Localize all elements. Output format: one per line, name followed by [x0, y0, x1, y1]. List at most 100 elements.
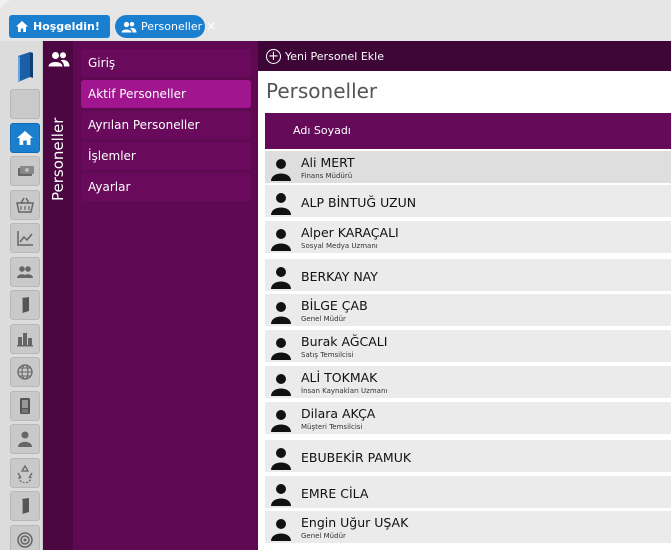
globe-icon [17, 364, 33, 380]
rail-button-recycle[interactable] [10, 457, 40, 488]
submenu-item[interactable]: İşlemler [81, 142, 251, 170]
personel-name: BERKAY NAY [301, 269, 378, 284]
table-row[interactable]: ALP BİNTUĞ UZUN [265, 185, 671, 218]
app-icon-rail [0, 41, 43, 550]
personel-role: Satış Temsilcisi [301, 351, 354, 359]
submenu-item[interactable]: Ayrılan Personeller [81, 111, 251, 139]
rail-button-people[interactable] [10, 256, 40, 287]
avatar [269, 227, 293, 255]
person-icon [18, 431, 32, 447]
toolbar: + Yeni Personel Ekle [258, 41, 671, 71]
table-header: Adı Soyadı [265, 113, 671, 149]
table-row[interactable]: EMRE CİLA [265, 476, 671, 509]
people-icon [17, 265, 33, 278]
rail-button-chart[interactable] [10, 223, 40, 253]
rail-button-target[interactable] [10, 524, 40, 550]
rail-button-person[interactable] [10, 424, 40, 454]
rail-button-notebook[interactable] [10, 491, 40, 521]
avatar-icon [271, 159, 291, 181]
tab-home-label: Hoşgeldin! [33, 20, 100, 33]
basket-icon [16, 197, 34, 213]
close-icon[interactable]: × [206, 15, 216, 38]
avatar-icon [271, 374, 291, 396]
section-title: Personeller [49, 117, 67, 201]
personel-name: ALİ TOKMAK [301, 370, 378, 385]
money-icon [18, 166, 34, 176]
table-row[interactable]: Dilara AKÇA Müşteri Temsilcisi [265, 402, 671, 435]
home-icon [17, 130, 33, 145]
avatar-icon [271, 229, 291, 251]
personel-name: Ali MERT [301, 155, 355, 170]
rail-button-money[interactable] [10, 156, 40, 186]
avatar [269, 157, 293, 185]
avatar [269, 265, 293, 293]
recycle-icon [17, 464, 33, 483]
page-title: Personeller [266, 79, 378, 103]
people-icon [48, 52, 70, 67]
home-icon [16, 21, 28, 32]
avatar-icon [271, 338, 291, 360]
app-window: Hoşgeldin! Personeller × Personeller Gir… [0, 0, 671, 550]
personel-name: EMRE CİLA [301, 486, 369, 501]
rail-button-home[interactable] [10, 122, 40, 153]
submenu-item[interactable]: Ayarlar [81, 173, 251, 201]
section-column: Personeller [43, 41, 73, 550]
avatar-icon [271, 519, 291, 541]
rail-button-globe[interactable] [10, 357, 40, 387]
submenu-item[interactable]: Aktif Personeller [81, 80, 251, 108]
device-icon [20, 397, 30, 414]
rail-button-notebook[interactable] [10, 290, 40, 320]
table-row[interactable]: Alper KARAÇALI Sosyal Medya Uzmanı [265, 221, 671, 254]
table-row[interactable]: BERKAY NAY [265, 259, 671, 292]
personel-role: Genel Müdür [301, 532, 346, 540]
avatar [269, 336, 293, 364]
tab-home[interactable]: Hoşgeldin! [9, 15, 110, 38]
avatar-icon [271, 448, 291, 470]
avatar [269, 408, 293, 436]
avatar-icon [271, 193, 291, 215]
personel-role: Genel Müdür [301, 315, 346, 323]
personel-role: İnsan Kaynakları Uzmanı [301, 387, 388, 395]
book-icon [18, 52, 33, 82]
avatar-icon [271, 302, 291, 324]
rail-button-basket[interactable] [10, 189, 40, 220]
add-icon[interactable]: + [266, 48, 281, 64]
avatar [269, 372, 293, 400]
avatar [269, 482, 293, 510]
tab-personeller[interactable]: Personeller × [115, 15, 216, 38]
table-row[interactable]: BİLGE ÇAB Genel Müdür [265, 294, 671, 327]
tab-bar: Hoşgeldin! Personeller × [0, 0, 671, 41]
personel-name: Engin Uğur UŞAK [301, 515, 409, 530]
personel-name: Dilara AKÇA [301, 406, 376, 421]
table-row[interactable]: Ali MERT Finans Müdürü [265, 151, 671, 184]
personel-name: Alper KARAÇALI [301, 225, 399, 240]
submenu-item[interactable]: Giriş [81, 49, 251, 77]
buildings-icon [17, 332, 33, 346]
main-content: + Yeni Personel Ekle Personeller Adı Soy… [258, 41, 671, 550]
avatar-icon [271, 484, 291, 506]
rail-button-book[interactable] [10, 89, 40, 119]
avatar-icon [271, 267, 291, 289]
avatar-icon [271, 410, 291, 432]
rail-button-buildings[interactable] [10, 323, 40, 354]
avatar [269, 300, 293, 328]
notebook-icon [22, 297, 29, 313]
table-row[interactable]: EBUBEKİR PAMUK [265, 440, 671, 473]
personel-role: Finans Müdürü [301, 172, 353, 180]
chart-icon [17, 231, 33, 246]
personel-name: Burak AĞCALI [301, 334, 388, 349]
table-row[interactable]: Engin Uğur UŞAK Genel Müdür [265, 511, 671, 544]
add-personel-button[interactable]: Yeni Personel Ekle [285, 50, 384, 63]
avatar [269, 191, 293, 219]
personel-name: ALP BİNTUĞ UZUN [301, 195, 417, 210]
book-icon [15, 94, 35, 114]
column-header-name[interactable]: Adı Soyadı [293, 124, 351, 137]
submenu: Giriş Aktif Personeller Ayrılan Personelle… [73, 41, 258, 550]
table-row[interactable]: Burak AĞCALI Satış Temsilcisi [265, 330, 671, 363]
table-row[interactable]: ALİ TOKMAK İnsan Kaynakları Uzmanı [265, 366, 671, 399]
personel-role: Müşteri Temsilcisi [301, 423, 363, 431]
personel-name: BİLGE ÇAB [301, 298, 368, 313]
avatar [269, 446, 293, 474]
rail-button-device[interactable] [10, 390, 40, 421]
avatar [269, 517, 293, 545]
